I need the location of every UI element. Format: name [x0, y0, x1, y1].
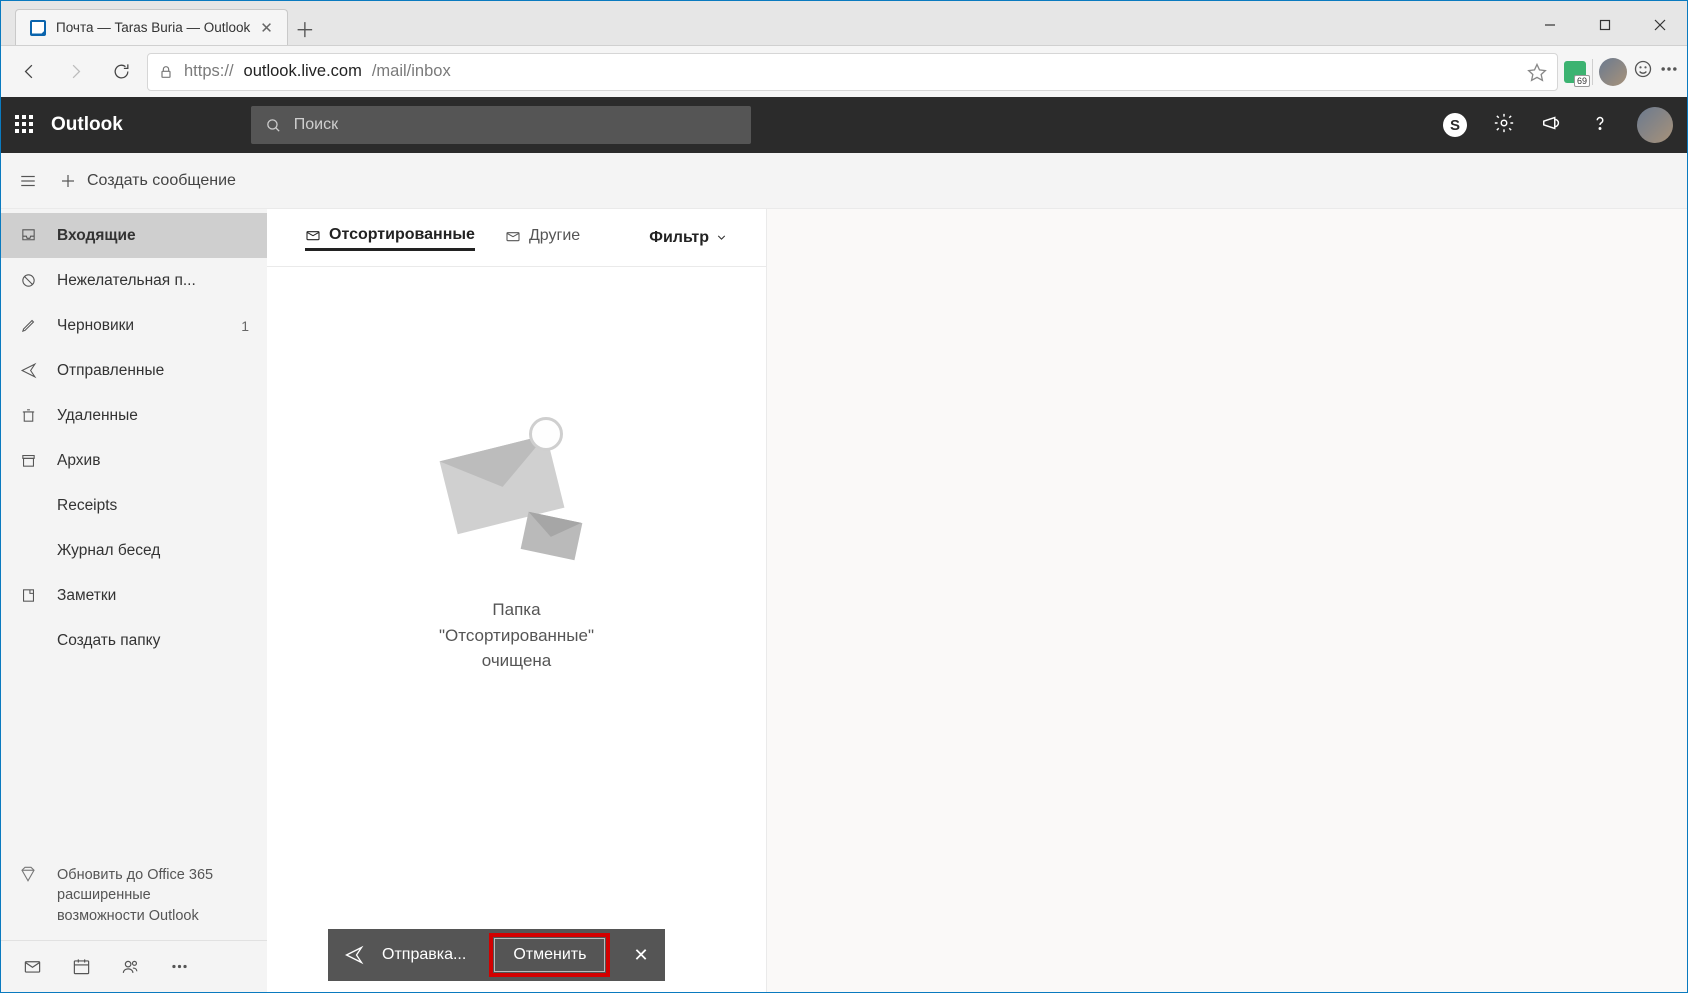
browser-tab[interactable]: Почта — Taras Buria — Outlook ✕ [15, 9, 288, 45]
url-host: outlook.live.com [244, 62, 362, 81]
inbox-icon [19, 227, 37, 244]
folder-журнал-бесед[interactable]: Журнал бесед [1, 528, 267, 573]
extension-adblock-icon[interactable] [1564, 61, 1586, 83]
folder-badge: 1 [241, 318, 249, 334]
empty-envelope-icon [437, 417, 597, 567]
folder-создать-папку[interactable]: Создать папку [1, 618, 267, 663]
send-icon [19, 362, 37, 379]
tab-other-label: Другие [529, 227, 580, 245]
browser-address-bar: https:// outlook.live.com/mail/inbox [1, 45, 1687, 97]
window-minimize-button[interactable] [1522, 5, 1577, 45]
search-placeholder: Поиск [294, 116, 338, 134]
skype-icon[interactable]: S [1443, 113, 1467, 137]
search-input[interactable]: Поиск [251, 106, 751, 144]
browser-more-icon[interactable] [1659, 59, 1679, 84]
empty-state: Папка "Отсортированные" очищена [267, 267, 766, 992]
people-module-icon[interactable] [121, 957, 140, 976]
archive-icon [19, 452, 37, 469]
command-bar: Создать сообщение [1, 153, 1687, 209]
app-launcher-icon[interactable] [15, 115, 35, 135]
new-message-label: Создать сообщение [87, 172, 236, 190]
toolbar-separator [1592, 59, 1593, 85]
folder-label: Журнал бесед [57, 542, 249, 560]
empty-text-1: Папка [492, 597, 540, 623]
folder-нежелательная-п-[interactable]: Нежелательная п... [1, 258, 267, 303]
megaphone-icon[interactable] [1541, 112, 1563, 139]
nav-refresh-button[interactable] [101, 52, 141, 92]
upsell-office365[interactable]: Обновить до Office 365 расширенные возмо… [1, 851, 267, 940]
block-icon [19, 272, 37, 289]
folder-label: Отправленные [57, 362, 249, 380]
window-maximize-button[interactable] [1577, 5, 1632, 45]
folder-label: Заметки [57, 587, 249, 605]
sending-toast: Отправка... Отменить ✕ [328, 929, 665, 981]
folder-заметки[interactable]: Заметки [1, 573, 267, 618]
module-switcher [1, 940, 267, 992]
sending-label: Отправка... [382, 946, 466, 964]
more-modules-icon[interactable] [170, 957, 189, 976]
upsell-label: Обновить до Office 365 расширенные возмо… [57, 865, 217, 926]
message-list-pane: Отсортированные Другие Фильтр Папка "Отс… [267, 209, 767, 992]
trash-icon [19, 407, 37, 424]
feedback-smile-icon[interactable] [1633, 59, 1653, 84]
lock-icon [158, 64, 174, 80]
search-icon [265, 117, 282, 134]
browser-titlebar: Почта — Taras Buria — Outlook ✕ ＋ [1, 1, 1687, 45]
window-close-button[interactable] [1632, 5, 1687, 45]
empty-text-2: "Отсортированные" [439, 623, 594, 649]
filter-dropdown[interactable]: Фильтр [649, 229, 728, 247]
folder-label: Receipts [57, 497, 249, 515]
pencil-icon [19, 317, 37, 334]
diamond-icon [19, 865, 37, 926]
folder-удаленные[interactable]: Удаленные [1, 393, 267, 438]
other-inbox-icon [505, 228, 521, 244]
tab-title: Почта — Taras Buria — Outlook [56, 20, 250, 35]
tab-other[interactable]: Другие [505, 227, 580, 249]
reading-pane [767, 209, 1687, 992]
hamburger-icon[interactable] [19, 172, 37, 190]
mail-module-icon[interactable] [23, 957, 42, 976]
brand-label[interactable]: Outlook [51, 114, 123, 136]
send-icon [344, 945, 364, 965]
favorite-star-icon[interactable] [1527, 62, 1547, 82]
url-scheme: https:// [184, 62, 234, 81]
undo-send-button[interactable]: Отменить [494, 938, 605, 972]
window-controls [1522, 5, 1687, 45]
folder-label: Входящие [57, 227, 249, 245]
empty-text-3: очищена [482, 648, 552, 674]
plus-icon [59, 172, 77, 190]
settings-gear-icon[interactable] [1493, 112, 1515, 139]
nav-back-button[interactable] [9, 52, 49, 92]
folder-label: Архив [57, 452, 249, 470]
url-path: /mail/inbox [372, 62, 451, 81]
folder-входящие[interactable]: Входящие [1, 213, 267, 258]
filter-label: Фильтр [649, 229, 709, 247]
new-tab-button[interactable]: ＋ [288, 11, 322, 45]
folder-архив[interactable]: Архив [1, 438, 267, 483]
sidebar: Входящие Нежелательная п... Черновики 1 Отпр… [1, 209, 267, 992]
folder-черновики[interactable]: Черновики 1 [1, 303, 267, 348]
tab-focused-label: Отсортированные [329, 226, 475, 244]
chevron-down-icon [715, 231, 728, 244]
calendar-module-icon[interactable] [72, 957, 91, 976]
tab-focused[interactable]: Отсортированные [305, 226, 475, 251]
app-header: Outlook Поиск S [1, 97, 1687, 153]
browser-profile-avatar[interactable] [1599, 58, 1627, 86]
account-avatar[interactable] [1637, 107, 1673, 143]
folder-label: Создать папку [57, 632, 249, 650]
outlook-favicon-icon [30, 20, 46, 36]
toast-close-icon[interactable]: ✕ [633, 945, 648, 966]
tab-close-icon[interactable]: ✕ [260, 19, 273, 37]
help-icon[interactable] [1589, 112, 1611, 139]
nav-forward-button[interactable] [55, 52, 95, 92]
folder-отправленные[interactable]: Отправленные [1, 348, 267, 393]
folder-label: Черновики [57, 317, 221, 335]
note-icon [19, 587, 37, 604]
new-message-button[interactable]: Создать сообщение [59, 172, 236, 190]
folder-label: Удаленные [57, 407, 249, 425]
focused-inbox-icon [305, 227, 321, 243]
url-field[interactable]: https:// outlook.live.com/mail/inbox [147, 53, 1558, 91]
folder-receipts[interactable]: Receipts [1, 483, 267, 528]
folder-label: Нежелательная п... [57, 272, 249, 290]
